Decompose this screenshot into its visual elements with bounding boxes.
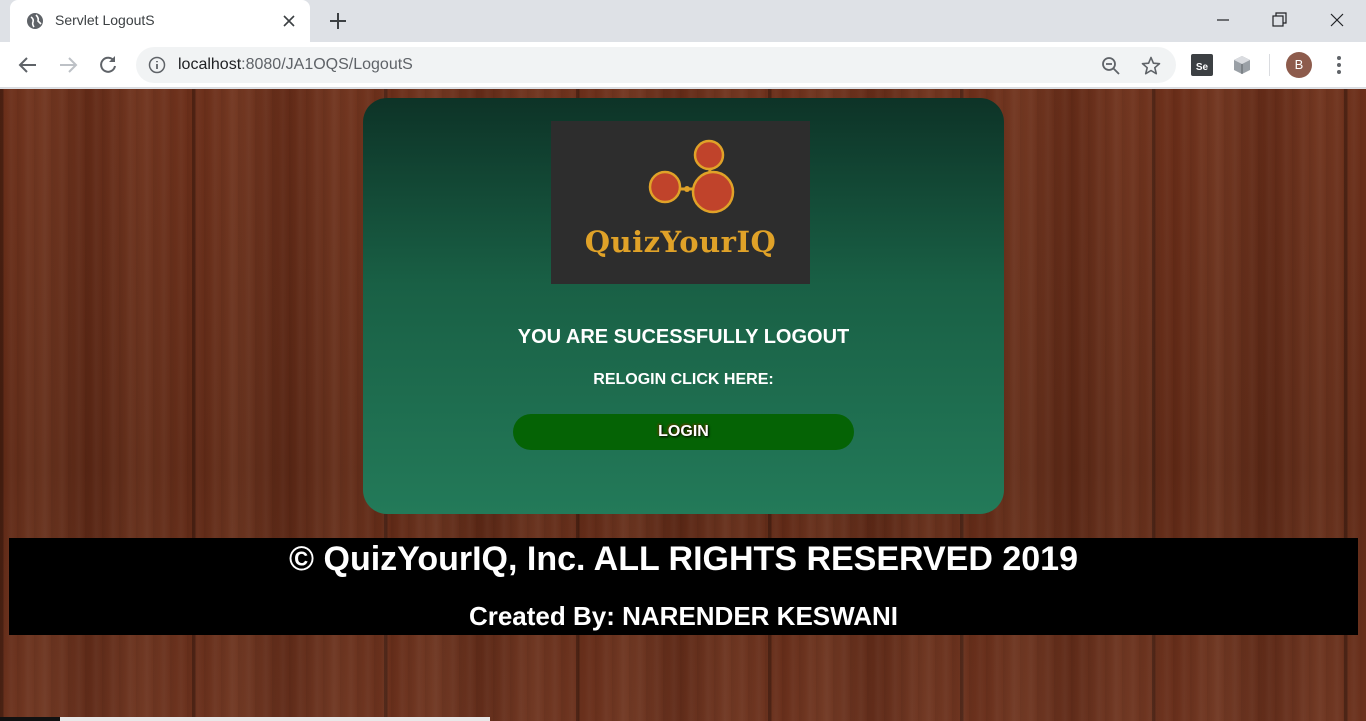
tab-title: Servlet LogoutS bbox=[55, 12, 155, 28]
info-icon[interactable] bbox=[148, 56, 166, 74]
kebab-menu-icon[interactable] bbox=[1327, 53, 1351, 77]
logout-message: YOU ARE SUCESSFULLY LOGOUT bbox=[517, 326, 850, 348]
url-text[interactable]: localhost:8080/JA1OQS/LogoutS bbox=[178, 56, 413, 74]
browser-tab[interactable]: Servlet LogoutS bbox=[10, 0, 310, 42]
url-host: localhost bbox=[178, 56, 242, 73]
minimize-icon[interactable] bbox=[1211, 8, 1235, 32]
close-tab-icon[interactable] bbox=[280, 12, 298, 30]
selenium-extension-icon[interactable]: Se bbox=[1191, 54, 1213, 76]
quizyouriq-logo: QuizYourIQ bbox=[551, 121, 810, 284]
logout-card: QuizYourIQ YOU ARE SUCESSFULLY LOGOUT RE… bbox=[363, 98, 1004, 514]
footer: © QuizYourIQ, Inc. ALL RIGHTS RESERVED 2… bbox=[9, 538, 1358, 635]
url-path: :8080/JA1OQS/LogoutS bbox=[241, 56, 413, 73]
reload-icon[interactable] bbox=[96, 53, 120, 77]
login-button[interactable]: LOGIN bbox=[513, 414, 854, 450]
back-arrow-icon[interactable] bbox=[16, 53, 40, 77]
profile-avatar[interactable]: B bbox=[1286, 52, 1312, 78]
address-bar[interactable]: localhost:8080/JA1OQS/LogoutS bbox=[136, 47, 1176, 83]
toolbar-separator bbox=[1269, 54, 1270, 76]
new-tab-icon[interactable] bbox=[326, 9, 350, 33]
forward-arrow-icon[interactable] bbox=[56, 53, 80, 77]
relogin-text: RELOGIN CLICK HERE: bbox=[593, 371, 774, 388]
tab-strip: Servlet LogoutS bbox=[0, 0, 1366, 42]
created-by-text: Created By: NARENDER KESWANI bbox=[468, 601, 899, 631]
horizontal-scrollbar-track[interactable] bbox=[0, 717, 60, 721]
restore-icon[interactable] bbox=[1267, 8, 1291, 32]
bookmark-star-icon[interactable] bbox=[1140, 55, 1162, 77]
globe-icon bbox=[27, 13, 43, 29]
logo-text: QuizYourIQ bbox=[584, 225, 777, 259]
browser-toolbar: localhost:8080/JA1OQS/LogoutS Se B bbox=[0, 42, 1366, 88]
molecule-logo-icon bbox=[648, 139, 735, 214]
cube-extension-icon[interactable] bbox=[1231, 54, 1253, 76]
copyright-text: © QuizYourIQ, Inc. ALL RIGHTS RESERVED 2… bbox=[289, 540, 1078, 578]
close-window-icon[interactable] bbox=[1325, 8, 1349, 32]
zoom-out-icon[interactable] bbox=[1100, 55, 1122, 77]
horizontal-scrollbar-thumb[interactable] bbox=[60, 717, 490, 721]
page-background: QuizYourIQ YOU ARE SUCESSFULLY LOGOUT RE… bbox=[0, 89, 1366, 721]
